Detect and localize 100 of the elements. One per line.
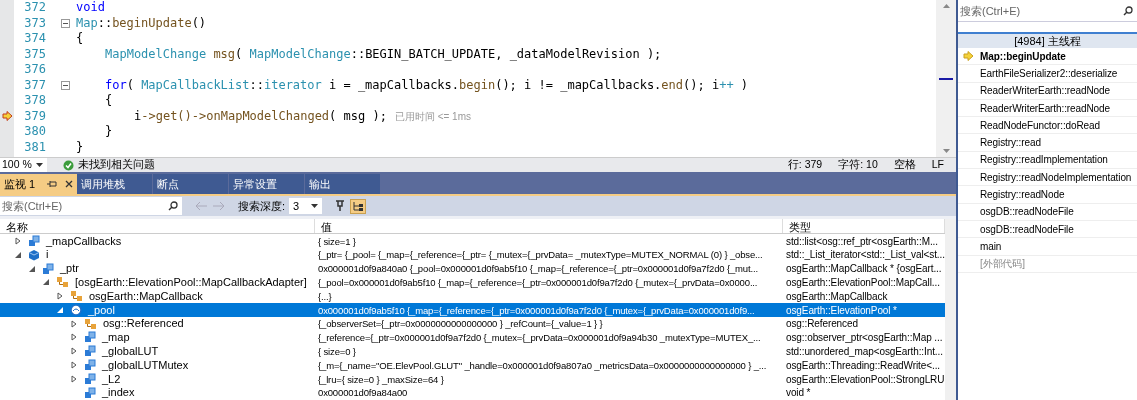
stack-frame[interactable]: main: [980, 238, 1002, 254]
variable-type: osg::Referenced: [786, 318, 858, 330]
scrollbar[interactable]: [944, 219, 956, 400]
stack-frame[interactable]: Registry::readImplementation: [980, 152, 1108, 168]
column-header[interactable]: 名称: [0, 219, 315, 233]
variable-type: std::_List_iterator<std::_List_val<st...: [786, 249, 945, 261]
collapse-arrow-icon[interactable]: [28, 264, 36, 273]
filter-pin-icon[interactable]: [334, 200, 347, 212]
stack-frame[interactable]: Registry::readNodeImplementation: [980, 169, 1132, 185]
variable-type: std::list<osg::ref_ptr<osgEarth::M...: [786, 235, 938, 247]
variable-value: 0x000001d0f9a84a00: [318, 387, 408, 399]
code-line: for( MapCallbackList::iterator i = _mapCallbacks.begin(); i != _mapCallbacks.end(); i++ ): [105, 77, 749, 93]
watch-row[interactable]: _index 0x000001d0f9a84a00 void *: [0, 385, 945, 400]
variable-type: osgEarth::ElevationPool::MapCall...: [786, 277, 940, 289]
watch-row[interactable]: _globalLUT { size=0 } std::unordered_map<osgEarth::Int...: [0, 344, 945, 359]
field-icon: [84, 386, 96, 399]
stack-frame[interactable]: Registry::read: [980, 135, 1041, 151]
variable-name: [osgEarth::ElevationPool::MapCallbackAdapter]: [75, 275, 307, 291]
line-ending-indicator: LF: [931, 157, 944, 173]
variable-value: {_m={_name="OE.ElevPool.GLUT" _handle=0x000001d0f9a807a0 _metricsData=0x0000000000000000 } _...: [318, 359, 767, 371]
collapse-arrow-icon[interactable]: [14, 250, 22, 259]
variable-type: osgEarth::MapCallback: [786, 290, 888, 302]
watch-row[interactable]: _ptr 0x000001d0f9a840a0 {_pool=0x000001d0f9ab5f10 {_map={_reference={_ptr=0x000001d0f9a7f2d0 {_mut... osgEarth::MapCallback * {osgEart...: [0, 261, 945, 276]
variable-name: _globalLUT: [102, 344, 159, 360]
expand-arrow-icon[interactable]: [70, 347, 78, 356]
expand-arrow-icon[interactable]: [14, 236, 22, 245]
check-icon: [63, 159, 74, 171]
line-number: 378: [24, 93, 46, 109]
variable-type: osgEarth::ElevationPool *: [786, 304, 897, 316]
collapse-icon[interactable]: [60, 80, 70, 90]
variable-name: osgEarth::MapCallback: [89, 288, 203, 304]
watch-row[interactable]: _L2 {_lru={ size=0 } _maxSize=64 } osgEarth::ElevationPool::StrongLRU: [0, 371, 945, 386]
field-icon: [84, 331, 96, 344]
watch-row[interactable]: _map {_reference={_ptr=0x000001d0f9a7f2d0 {_mutex={_prvData=0x000001d0f9a94b30 _mutexType=MUTEX_... osg::observer_ptr<osgEarth::Map ...: [0, 330, 945, 345]
collapse-icon[interactable]: [60, 18, 70, 28]
watch-row[interactable]: i {_ptr= {_pool= {_map={_reference={_ptr= {_mutex={_prvData= _mutexType=MUTEX_NORMAL (0) } _obse... std::_List_iterator<std::_List_val<st...: [0, 247, 945, 262]
stack-frame[interactable]: ReaderWriterEarth::readNode: [980, 100, 1110, 116]
collapse-arrow-icon[interactable]: [56, 305, 64, 314]
panel-tab[interactable]: 输出: [305, 174, 381, 194]
current-frame-arrow-icon: [963, 51, 974, 62]
code-line: i->get()->onMapModelChanged( msg ); 已用时间 <= 1ms: [134, 108, 471, 124]
depth-dropdown[interactable]: 3: [289, 198, 323, 214]
line-number: 373: [24, 15, 46, 31]
close-icon[interactable]: [65, 180, 74, 188]
line-number: 377: [24, 77, 46, 93]
class-icon: [70, 290, 83, 303]
variable-value: 0x000001d0f9a840a0 {_pool=0x000001d0f9ab5f10 {_map={_reference={_ptr=0x000001d0f9a7f2d0 {_mut...: [318, 263, 758, 275]
watch-row[interactable]: _mapCallbacks { size=1 } std::list<osg::ref_ptr<osgEarth::M...: [0, 234, 945, 248]
zoom-dropdown[interactable]: 100 %: [0, 158, 47, 172]
variable-type: osgEarth::Threading::ReadWrite<...: [786, 359, 940, 371]
stack-frame[interactable]: Map::beginUpdate: [980, 48, 1066, 64]
watch-row[interactable]: _pool 0x000001d0f9ab5f10 {_map={_reference={_ptr=0x000001d0f9a7f2d0 {_mutex={_prvData=0x000001d0f9... osgEarth::ElevationPool *: [0, 303, 945, 317]
panel-tab[interactable]: 断点: [153, 174, 229, 194]
thread-header: [4984] 主线程: [1014, 33, 1081, 49]
variable-value: {_lru={ size=0 } _maxSize=64 }: [318, 373, 444, 385]
expand-arrow-icon[interactable]: [70, 319, 78, 328]
expand-arrow-icon[interactable]: [70, 333, 78, 342]
collapse-arrow-icon[interactable]: [42, 278, 50, 287]
hierarchy-icon[interactable]: [350, 198, 367, 214]
search-field[interactable]: 搜索(Ctrl+E): [0, 197, 182, 215]
cube-icon: [28, 248, 40, 261]
field-icon: [84, 372, 96, 385]
field-icon: [84, 359, 96, 372]
code-line: {: [105, 93, 113, 109]
search-icon: [168, 201, 178, 211]
stack-frame[interactable]: [外部代码]: [980, 256, 1025, 272]
stack-frame[interactable]: EarthFileSerializer2::deserialize: [980, 65, 1118, 81]
variable-value: { size=0 }: [318, 346, 356, 358]
class-icon: [84, 317, 97, 330]
stack-frame[interactable]: osgDB::readNodeFile: [980, 221, 1074, 237]
code-line: }: [76, 139, 84, 155]
column-header[interactable]: 值: [315, 219, 783, 233]
stack-frame[interactable]: ReadNodeFunctor::doRead: [980, 117, 1100, 133]
watch-row[interactable]: [osgEarth::ElevationPool::MapCallbackAdapter] {_pool=0x000001d0f9ab5f10 {_map={_reference={_ptr=0x000001d0f9a7f2d0 {_mutex={_prvData=0x0000... osgEarth::ElevationPool::MapCall...: [0, 275, 945, 290]
stack-frame[interactable]: ReaderWriterEarth::readNode: [980, 83, 1110, 99]
code-line: {: [76, 31, 84, 47]
expand-arrow-icon[interactable]: [70, 374, 78, 383]
pin-icon[interactable]: [47, 180, 58, 188]
panel-tab[interactable]: 调用堆栈: [77, 174, 153, 194]
watch-row[interactable]: osgEarth::MapCallback {...} osgEarth::MapCallback: [0, 289, 945, 303]
scroll-down-icon[interactable]: [942, 149, 950, 153]
stack-frame[interactable]: osgDB::readNodeFile: [980, 204, 1074, 220]
expand-arrow-icon[interactable]: [56, 292, 64, 301]
stack-frame[interactable]: Registry::readNode: [980, 187, 1065, 202]
code-line: void: [76, 0, 105, 16]
scrollbar[interactable]: [936, 0, 956, 157]
variable-type: void *: [786, 387, 811, 399]
line-number: 376: [24, 62, 46, 78]
search-icon: [1123, 5, 1133, 16]
depth-label: 搜索深度:: [238, 198, 286, 214]
caret-icon[interactable]: [311, 204, 319, 208]
scroll-up-icon[interactable]: [942, 4, 950, 8]
code-line: MapModelChange msg( MapModelChange::BEGIN_BATCH_UPDATE, _dataModelRevision );: [105, 46, 662, 62]
watch-row[interactable]: osg::Referenced {_observerSet={_ptr=0x0000000000000000 } _refCount={_value=1 } } osg::Referenced: [0, 316, 945, 331]
caret-icon[interactable]: [36, 163, 43, 167]
column-header[interactable]: 类型: [783, 219, 945, 233]
watch-row[interactable]: _globalLUTMutex {_m={_name="OE.ElevPool.GLUT" _handle=0x000001d0f9a807a0 _metricsData=0x0000000000000000 } _... osgEarth::Threading::ReadWrite<...: [0, 358, 945, 372]
panel-tab[interactable]: 异常设置: [229, 174, 305, 194]
expand-arrow-icon[interactable]: [70, 361, 78, 370]
variable-name: _pool: [88, 302, 115, 318]
